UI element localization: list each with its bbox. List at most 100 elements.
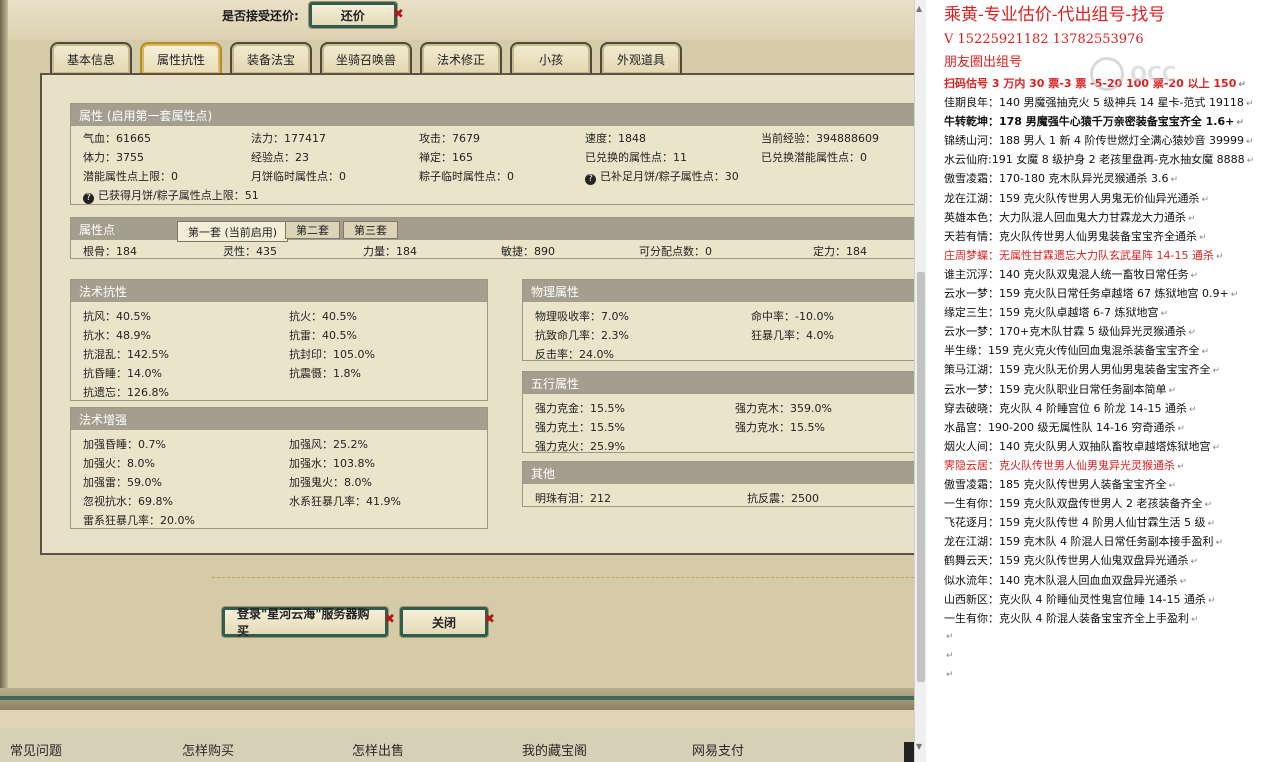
attributes-section-title: 属性 (启用第一套属性点) (71, 104, 915, 126)
attribute-text: 已兑换的属性点：11 (585, 151, 687, 164)
points-set-tab-2[interactable]: 第二套 (285, 221, 340, 239)
tab-2[interactable]: 属性抗性 (140, 42, 222, 74)
elements-value: 强力克土：15.5% (535, 421, 625, 434)
note-line: 龙在江湖：159 克火队传世男人男鬼无价仙异光通杀 ↵ (944, 190, 1209, 206)
points-set-tab-1[interactable]: 第一套 (当前启用) (177, 221, 289, 242)
scroll-down-arrow-icon[interactable]: ▼ (916, 742, 922, 751)
other-value: 抗反震：2500 (747, 492, 819, 505)
physical-value: 抗致命几率：2.3% (535, 329, 629, 342)
attribute-value: 法力：177417 (251, 130, 326, 146)
footer-link-1[interactable]: 常见问题 (10, 740, 62, 759)
attribute-text: 速度：1848 (585, 132, 646, 145)
attribute-text: 攻击：7679 (419, 132, 480, 145)
help-icon[interactable]: ? (83, 192, 94, 204)
note-line: 鹤舞云天：159 克火队传世男人仙鬼双盘异光通杀 ↵ (944, 552, 1198, 568)
resist-value: 抗震慑：1.8% (289, 367, 361, 380)
attributes-content: 属性 (启用第一套属性点) 气血：61665 法力：177417 攻击：7679 速度… (70, 103, 916, 543)
note-text: 半生缘：159 克火克火传仙回血鬼混杀装备宝宝齐全 (944, 344, 1200, 358)
note-line: 半生缘：159 克火克火传仙回血鬼混杀装备宝宝齐全 ↵ (944, 342, 1209, 358)
attribute-value: 经验点：23 (251, 149, 309, 165)
return-mark-icon: ↵ (1190, 270, 1199, 281)
note-text: 谁主沉浮：140 克火队双鬼混人统一畜牧日常任务 (944, 267, 1189, 281)
enhance-section: 法术增强 加强昏睡：0.7% 加强风：25.2% 加强火：8.0% 加强水：103.8… (70, 407, 488, 529)
footer-link-3[interactable]: 怎样出售 (352, 740, 404, 759)
resist-value: 抗水：48.9% (83, 329, 151, 342)
footer-link-5[interactable]: 网易支付 (692, 740, 744, 759)
tab-3[interactable]: 装备法宝 (230, 42, 312, 74)
return-mark-icon: ↵ (946, 670, 954, 680)
resist-value: 抗混乱：142.5% (83, 348, 169, 361)
note-text: 傲雪凌霜：185 克火队传世男人装备宝宝齐全 (944, 478, 1167, 491)
note-line: 水云仙府:191 女魔 8 级护身 2 老孩里盘再-克水抽女魔 8888 ↵ (944, 151, 1254, 167)
return-mark-icon: ↵ (1246, 156, 1255, 167)
note-line: 天若有情：克火队传世男人仙男鬼装备宝宝齐全通杀 ↵ (944, 228, 1207, 244)
enhance-value: 忽视抗水：69.8% (83, 495, 173, 508)
points-set-tab-3[interactable]: 第三套 (343, 221, 398, 239)
note-line: 穿去破晓：克火队 4 阶睡宫位 6 阶龙 14-15 通杀 ↵ (944, 400, 1197, 416)
return-mark-icon: ↵ (1207, 519, 1216, 530)
attribute-value: ? 已补足月饼/粽子属性点：30 (585, 168, 739, 185)
scrollbar-thumb[interactable] (917, 272, 925, 682)
attribute-text: 已获得月饼/粽子属性点上限：51 (98, 189, 259, 202)
note-text: 庄周梦蝶：无属性甘霖遗忘大力队玄武星阵 14-15 通杀 (944, 248, 1214, 262)
tab-4[interactable]: 坐骑召唤兽 (320, 42, 412, 74)
return-mark-icon: ↵ (1168, 385, 1177, 396)
note-text: 傲雪凌霜：170-180 克木队异光灵猴通杀 3.6 (944, 172, 1169, 186)
close-x-icon: ✖ (384, 612, 395, 627)
attribute-text: 禅定：165 (419, 151, 473, 164)
notepad-document[interactable]: 乘黄-专业估价-代出组号-找号 V 15225921182 13782553976… (926, 0, 1280, 762)
note-text: 一生有你：159 克火队双盘传世男人 2 老孩装备齐全 (944, 497, 1203, 511)
vertical-scrollbar[interactable]: ▲ ▼ (914, 0, 926, 762)
window-bottom-frame (0, 688, 914, 710)
attributes-panel: 属性 (启用第一套属性点) 气血：61665 法力：177417 攻击：7679 速度… (40, 73, 916, 555)
accept-offer-label: 是否接受还价: (222, 8, 299, 23)
footer-link-2[interactable]: 怎样购买 (182, 740, 234, 759)
physical-value: 命中率：-10.0% (751, 310, 834, 323)
footer-link-4[interactable]: 我的藏宝阁 (522, 740, 587, 759)
tab-7[interactable]: 外观道具 (600, 42, 682, 74)
other-section: 其他 明珠有泪：212 抗反震：2500 (522, 461, 916, 507)
note-line: ↵ (944, 667, 954, 680)
note-line: 英雄本色：大力队混人回血鬼大力甘霖龙大力通杀 ↵ (944, 209, 1196, 225)
point-value: 敏捷：890 (501, 245, 555, 258)
return-mark-icon: ↵ (1245, 137, 1254, 148)
enhance-value: 加强昏睡：0.7% (83, 438, 166, 451)
return-mark-icon: ↵ (1199, 232, 1207, 243)
help-icon[interactable]: ? (585, 173, 596, 185)
note-line: 云水一梦：159 克火队职业日常任务副本简单 ↵ (944, 381, 1176, 397)
attribute-value: 已兑换的属性点：11 (585, 149, 687, 165)
note-text: 龙在江湖：159 克木队 4 阶混人日常任务副本接手盈利 (944, 535, 1214, 549)
elements-value: 强力克水：15.5% (735, 421, 825, 434)
close-x-icon: ✖ (392, 7, 404, 22)
return-mark-icon: ↵ (1188, 328, 1196, 339)
note-text: 乘黄-专业估价-代出组号-找号 (944, 5, 1166, 25)
note-line: 锦绣山河：188 男人 1 新 4 阶传世燃灯全满心猿妙音 39999 ↵ (944, 132, 1254, 148)
note-text: 一生有你：克火队 4 阶混人装备宝宝齐全上手盈利 (944, 611, 1189, 625)
note-text: 烟火人间：140 克火队男人双抽队畜牧卓越塔炼狱地宫 (944, 439, 1211, 453)
attribute-value: 已兑换潜能属性点：0 (761, 149, 867, 165)
tab-bar: 基本信息 属性抗性 装备法宝 坐骑召唤兽 法术修正 小孩 外观道具 (50, 42, 682, 74)
counter-offer-button[interactable]: 还价 ✖ (308, 2, 404, 28)
close-button-label: 关闭 (431, 615, 456, 630)
login-server-buy-button[interactable]: 登录"星河云海"服务器购买 ✖ (222, 607, 395, 638)
scroll-up-arrow-icon[interactable]: ▲ (916, 4, 922, 13)
resist-section-title: 法术抗性 (71, 280, 487, 302)
game-window: 是否接受还价: 还价 ✖ 基本信息 属性抗性 装备法宝 坐骑召唤兽 法术修正 小孩 外观道具… (0, 0, 916, 762)
tab-6[interactable]: 小孩 (510, 42, 592, 74)
qr-code-icon (904, 742, 914, 762)
window-frame-left (0, 0, 8, 700)
elements-value: 强力克金：15.5% (535, 402, 625, 415)
login-server-buy-label: 登录"星河云海"服务器购买 (237, 607, 370, 638)
enhance-value: 加强风：25.2% (289, 438, 368, 451)
attributes-section: 属性 (启用第一套属性点) 气血：61665 法力：177417 攻击：7679 速度… (70, 103, 916, 205)
note-text: 穿去破晓：克火队 4 阶睡宫位 6 阶龙 14-15 通杀 (944, 401, 1187, 415)
physical-section: 物理属性 物理吸收率：7.0% 命中率：-10.0% 抗致命几率：2.3% 狂暴几率：… (522, 279, 916, 361)
tab-1[interactable]: 基本信息 (50, 42, 132, 74)
return-mark-icon: ↵ (1212, 366, 1221, 377)
note-text: 云水一梦：159 克火队职业日常任务副本简单 (944, 382, 1167, 396)
enhance-value: 加强水：103.8% (289, 457, 375, 470)
other-value: 明珠有泪：212 (535, 492, 611, 505)
return-mark-icon: ↵ (1236, 118, 1244, 129)
tab-5[interactable]: 法术修正 (420, 42, 502, 74)
close-button[interactable]: 关闭 ✖ (400, 607, 495, 637)
